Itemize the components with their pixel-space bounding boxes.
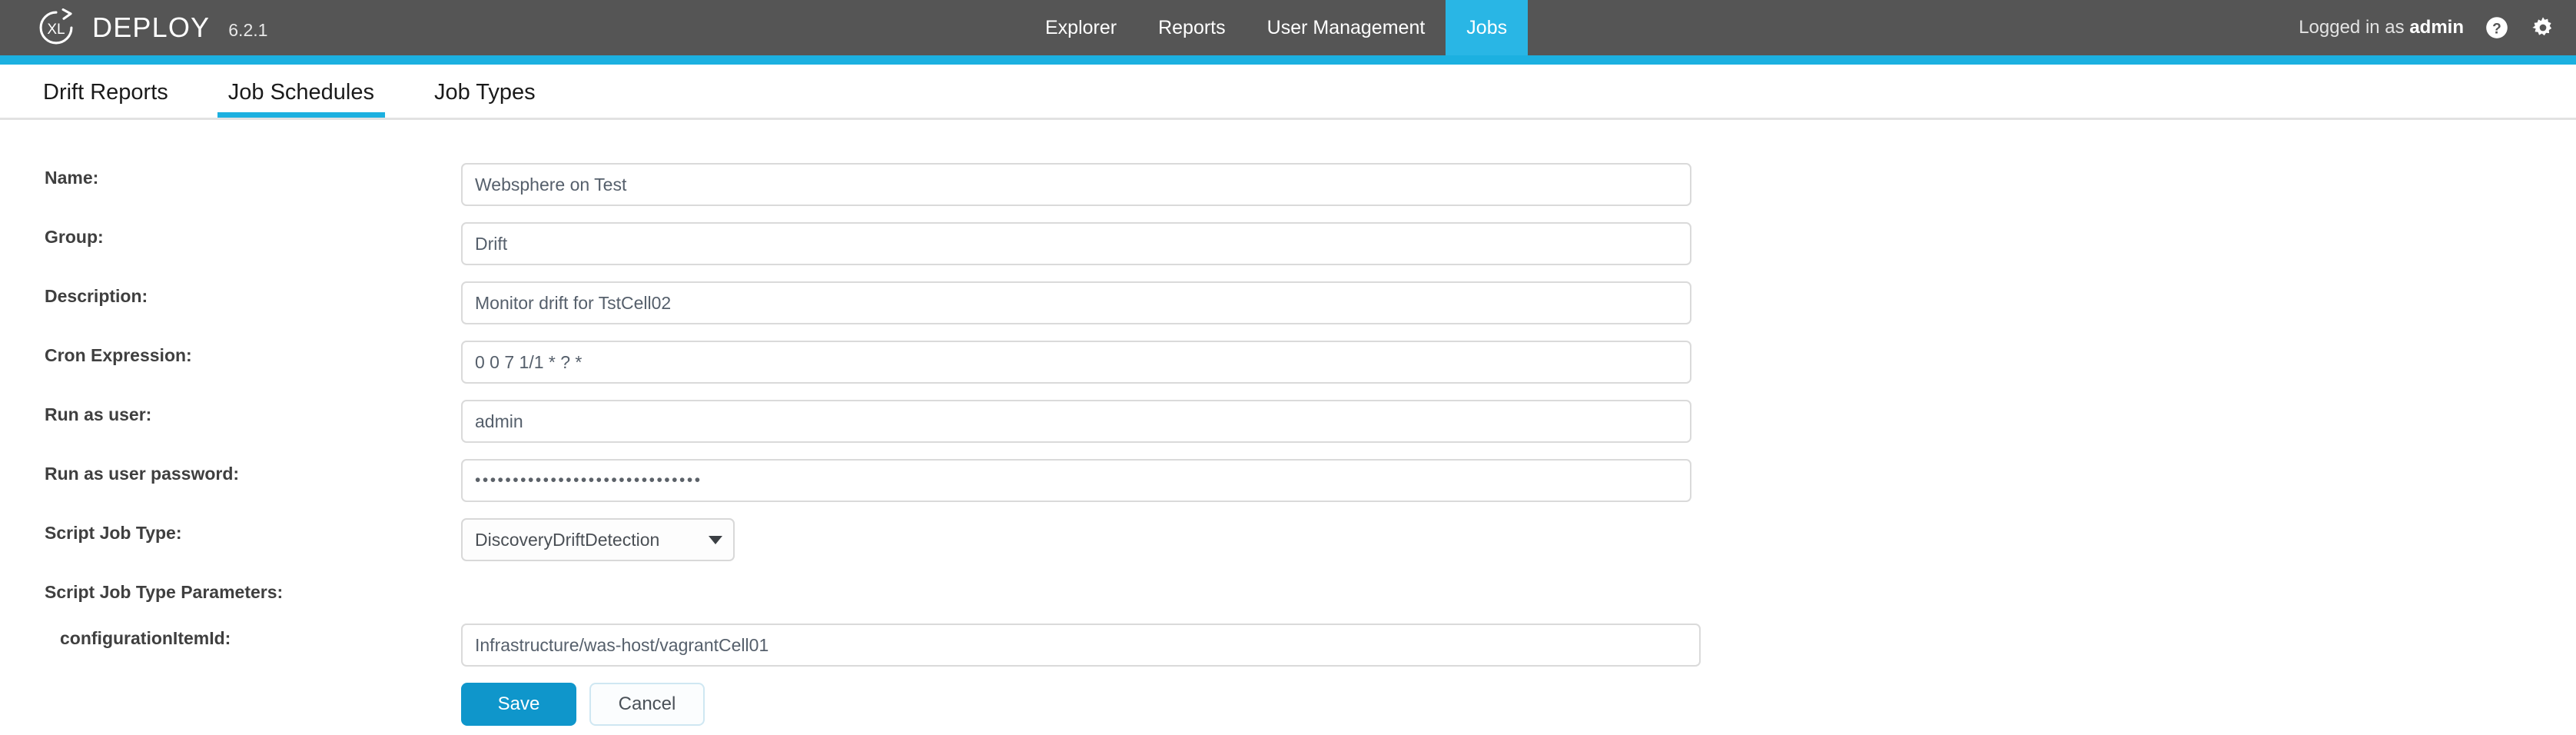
user-area: Logged in as admin ?	[2299, 0, 2556, 55]
run-as-user-password-input[interactable]: ••••••••••••••••••••••••••••••	[461, 459, 1691, 502]
form-row-description: Description: Monitor drift for TstCell02	[0, 281, 2576, 324]
nav-item-label: Jobs	[1466, 16, 1508, 38]
cron-expression-input[interactable]: 0 0 7 1/1 * ? *	[461, 341, 1691, 384]
nav-item-label: Explorer	[1045, 16, 1117, 38]
form-actions: Save Cancel	[0, 683, 2576, 726]
logged-in-status: Logged in as admin	[2299, 17, 2464, 38]
form-row-run-as-user: Run as user: admin	[0, 400, 2576, 443]
form-row-run-as-user-password: Run as user password: ••••••••••••••••••…	[0, 459, 2576, 502]
configuration-item-id-input[interactable]: Infrastructure/was-host/vagrantCell01	[461, 624, 1701, 667]
svg-text:?: ?	[2492, 21, 2501, 37]
description-label: Description:	[45, 286, 148, 306]
main-navigation: Explorer Reports User Management Jobs	[1024, 0, 1529, 55]
form-row-group: Group: Drift	[0, 222, 2576, 265]
tab-label: Drift Reports	[43, 80, 168, 105]
name-input[interactable]: Websphere on Test	[461, 163, 1691, 206]
form-row-script-job-type: Script Job Type: DiscoveryDriftDetection	[0, 518, 2576, 561]
configuration-item-id-label: configurationItemId:	[60, 628, 231, 648]
run-as-user-label: Run as user:	[45, 404, 152, 424]
svg-text:XL: XL	[47, 22, 65, 38]
brand: XL DEPLOY 6.2.1	[0, 0, 267, 55]
cancel-button[interactable]: Cancel	[589, 683, 705, 726]
nav-item-jobs[interactable]: Jobs	[1446, 0, 1529, 55]
form-row-cron-expression: Cron Expression: 0 0 7 1/1 * ? *	[0, 341, 2576, 384]
accent-bar	[0, 55, 2576, 65]
brand-version: 6.2.1	[228, 19, 268, 40]
tab-job-schedules[interactable]: Job Schedules	[210, 80, 393, 118]
nav-item-label: User Management	[1266, 16, 1426, 38]
run-as-user-password-label: Run as user password:	[45, 464, 240, 484]
nav-item-label: Reports	[1158, 16, 1226, 38]
form-row-name: Name: Websphere on Test	[0, 163, 2576, 206]
question-circle-icon[interactable]: ?	[2484, 15, 2510, 41]
name-label: Name:	[45, 168, 99, 188]
cron-expression-label: Cron Expression:	[45, 345, 192, 365]
group-input[interactable]: Drift	[461, 222, 1691, 265]
script-job-type-select[interactable]: DiscoveryDriftDetection	[461, 518, 735, 561]
tab-label: Job Schedules	[227, 80, 375, 105]
job-schedule-form: Name: Websphere on Test Group: Drift Des…	[0, 120, 2576, 726]
nav-item-explorer[interactable]: Explorer	[1024, 0, 1137, 55]
run-as-user-input[interactable]: admin	[461, 400, 1691, 443]
form-row-configuration-item-id: configurationItemId: Infrastructure/was-…	[0, 624, 2576, 667]
nav-item-reports[interactable]: Reports	[1137, 0, 1247, 55]
sub-tab-bar: Drift Reports Job Schedules Job Types	[0, 65, 2576, 120]
brand-name: DEPLOY	[92, 12, 211, 43]
tab-job-types[interactable]: Job Types	[416, 80, 554, 118]
chevron-down-icon	[709, 535, 722, 544]
xl-circular-arrow-logo-icon: XL	[39, 8, 73, 45]
script-job-type-label: Script Job Type:	[45, 523, 182, 543]
top-header-bar: XL DEPLOY 6.2.1 Explorer Reports User Ma…	[0, 0, 2576, 55]
description-input[interactable]: Monitor drift for TstCell02	[461, 281, 1691, 324]
form-row-script-job-type-parameters: Script Job Type Parameters:	[0, 577, 2576, 603]
nav-item-user-management[interactable]: User Management	[1247, 0, 1446, 55]
script-job-type-value: DiscoveryDriftDetection	[475, 529, 660, 550]
logged-in-prefix: Logged in as	[2299, 17, 2410, 38]
save-button[interactable]: Save	[461, 683, 576, 726]
script-job-type-parameters-label: Script Job Type Parameters:	[45, 582, 284, 602]
logged-in-username: admin	[2409, 17, 2464, 38]
tab-label: Job Types	[434, 80, 536, 105]
group-label: Group:	[45, 227, 104, 247]
tab-underline	[217, 112, 386, 118]
gear-icon[interactable]	[2530, 15, 2556, 41]
tab-drift-reports[interactable]: Drift Reports	[25, 80, 187, 118]
